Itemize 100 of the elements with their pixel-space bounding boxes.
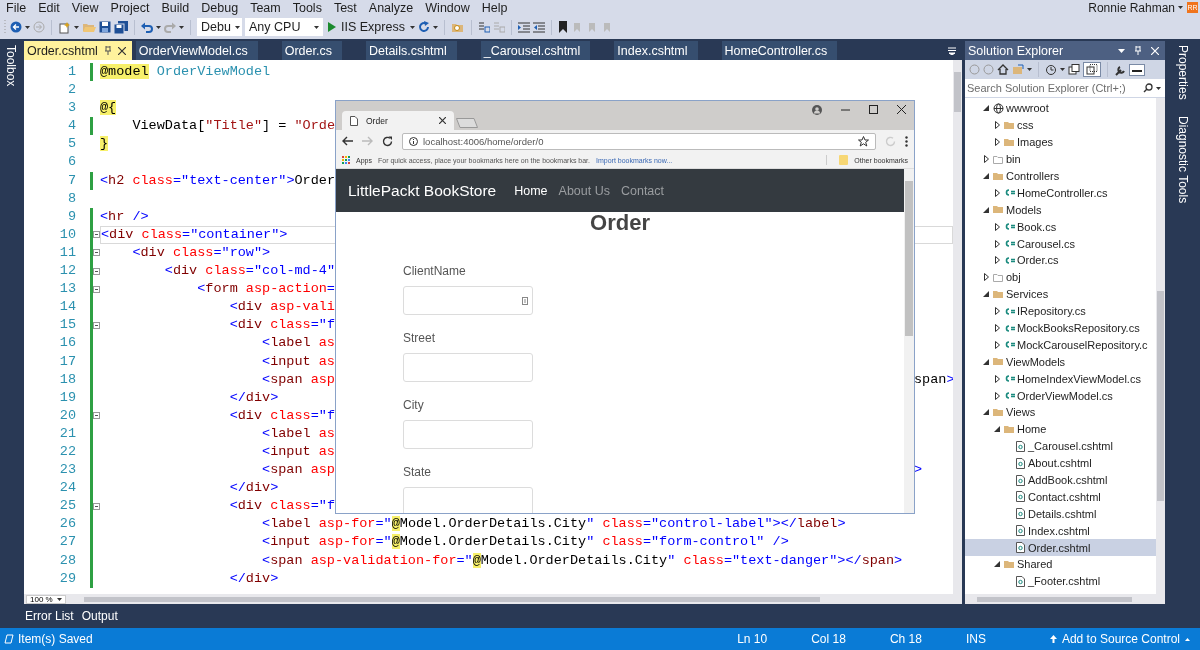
tree-item[interactable]: _Carousel.cshtml — [965, 437, 1156, 455]
tree-item[interactable]: Contact.cshtml — [965, 488, 1156, 506]
expanded-arrow-icon[interactable] — [983, 358, 989, 365]
home-icon[interactable] — [997, 64, 1009, 75]
expanded-arrow-icon[interactable] — [983, 105, 989, 112]
tree-item[interactable]: Services — [965, 285, 1156, 303]
pin-icon[interactable] — [103, 46, 112, 55]
bookmark-icon[interactable] — [557, 21, 568, 33]
collapsed-arrow-icon[interactable] — [994, 121, 1000, 130]
menu-item[interactable]: Team — [247, 0, 286, 15]
save-icon[interactable] — [99, 21, 111, 33]
apps-icon[interactable] — [342, 156, 350, 164]
document-tab[interactable]: Index.cshtml — [614, 41, 698, 60]
menu-item[interactable]: Project — [107, 0, 155, 15]
tree-item[interactable]: Home — [965, 420, 1156, 438]
user-name[interactable]: Ronnie Rahman — [1088, 0, 1175, 15]
history-icon[interactable] — [1045, 63, 1057, 76]
dropdown-icon[interactable] — [1118, 48, 1125, 53]
refresh-icon[interactable] — [417, 21, 430, 33]
fold-icon[interactable] — [93, 502, 100, 510]
tree-item[interactable]: Models — [965, 201, 1156, 219]
menu-item[interactable]: Tools — [289, 0, 327, 15]
tree-item[interactable]: IRepository.cs — [965, 302, 1156, 320]
collapsed-arrow-icon[interactable] — [994, 324, 1000, 332]
collapsed-arrow-icon[interactable] — [994, 374, 1000, 383]
menu-item[interactable]: Window — [422, 0, 475, 15]
save-all-icon[interactable] — [114, 20, 128, 34]
collapsed-arrow-icon[interactable] — [994, 391, 1000, 400]
menu-item[interactable]: Help — [478, 0, 513, 15]
address-bar[interactable]: localhost:4006/home/order/0 — [402, 132, 876, 150]
outdent-icon[interactable] — [517, 21, 530, 33]
side-tab[interactable]: Properties — [1175, 45, 1190, 100]
menu-item[interactable]: Edit — [35, 0, 65, 15]
comment-icon[interactable] — [477, 21, 490, 33]
run-button[interactable]: IIS Express — [326, 20, 407, 34]
tree-item[interactable]: HomeController.cs — [965, 184, 1156, 202]
new-project-icon[interactable] — [58, 20, 71, 34]
document-tab[interactable]: _Carousel.cshtml — [480, 41, 591, 60]
account-icon[interactable] — [812, 105, 822, 115]
tree-item[interactable]: HomeIndexViewModel.cs — [965, 370, 1156, 388]
browser-tab[interactable]: Order — [342, 111, 454, 130]
indent-icon[interactable] — [532, 21, 545, 33]
undo-icon[interactable] — [141, 21, 153, 33]
text-field[interactable] — [403, 353, 533, 382]
tree-item[interactable]: MockBooksRepository.cs — [965, 319, 1156, 337]
show-all-files-button[interactable] — [1083, 62, 1101, 77]
tree-item[interactable]: wwwroot — [965, 100, 1156, 117]
scrollbar[interactable] — [953, 60, 962, 594]
collapsed-arrow-icon[interactable] — [994, 239, 1000, 248]
close-icon[interactable] — [117, 46, 126, 55]
tree-item[interactable]: Book.cs — [965, 218, 1156, 236]
menu-item[interactable]: Test — [330, 0, 362, 15]
document-tab[interactable]: Details.cshtml — [365, 41, 457, 60]
zoom-dropdown[interactable]: 100 % — [26, 594, 66, 604]
collapsed-arrow-icon[interactable] — [994, 340, 1000, 349]
fold-icon[interactable] — [93, 321, 100, 329]
maximize-icon[interactable] — [869, 105, 878, 114]
close-icon[interactable] — [897, 105, 906, 114]
preview-button[interactable] — [1129, 63, 1145, 76]
tree-item[interactable]: _Footer.cshtml — [965, 572, 1156, 590]
back-icon[interactable] — [342, 136, 353, 146]
menu-item[interactable]: View — [68, 0, 104, 15]
configuration-dropdown[interactable]: Debu — [197, 18, 242, 36]
expanded-arrow-icon[interactable] — [983, 291, 989, 298]
tree-item[interactable]: bin — [965, 150, 1156, 168]
collapsed-arrow-icon[interactable] — [994, 138, 1000, 147]
tree-item[interactable]: Controllers — [965, 167, 1156, 185]
text-field[interactable] — [403, 420, 533, 449]
expanded-arrow-icon[interactable] — [994, 561, 1000, 568]
switch-views-icon[interactable] — [1012, 64, 1024, 75]
tree-item[interactable]: obj — [965, 268, 1156, 286]
collapsed-arrow-icon[interactable] — [994, 256, 1000, 265]
tool-window-tab[interactable]: Error List — [25, 609, 74, 623]
collapsed-arrow-icon[interactable] — [983, 155, 989, 164]
tree-item[interactable]: Order.cs — [965, 252, 1156, 269]
expanded-arrow-icon[interactable] — [983, 206, 989, 213]
tree-item[interactable]: OrderViewModel.cs — [965, 387, 1156, 405]
fold-icon[interactable] — [93, 285, 100, 293]
document-tab[interactable]: HomeController.cs — [721, 41, 838, 60]
tree-item[interactable]: MockCarouselRepository.c — [965, 336, 1156, 354]
collapsed-arrow-icon[interactable] — [983, 273, 989, 282]
expanded-arrow-icon[interactable] — [983, 409, 989, 416]
toolbox-tab[interactable]: Toolbox — [4, 45, 18, 87]
menu-item[interactable]: Build — [158, 0, 195, 15]
close-icon[interactable] — [439, 117, 446, 124]
star-icon[interactable] — [858, 135, 869, 147]
document-tab[interactable]: OrderViewModel.cs — [135, 41, 258, 60]
tree-item[interactable]: About.cshtml — [965, 454, 1156, 472]
scrollbar[interactable] — [1156, 98, 1165, 594]
collapse-all-icon[interactable] — [1068, 64, 1080, 75]
side-tab[interactable]: Diagnostic Tools — [1175, 115, 1190, 203]
reload-icon[interactable] — [382, 135, 393, 147]
fold-icon[interactable] — [93, 231, 100, 239]
text-field[interactable] — [403, 286, 533, 315]
document-tab[interactable]: Order.cs — [281, 41, 342, 60]
site-brand[interactable]: LittlePackt BookStore — [348, 181, 497, 200]
text-field[interactable] — [403, 487, 533, 513]
menu-icon[interactable] — [905, 135, 908, 147]
tree-item[interactable]: ViewModels — [965, 353, 1156, 371]
nav-link[interactable]: Home — [514, 183, 548, 198]
